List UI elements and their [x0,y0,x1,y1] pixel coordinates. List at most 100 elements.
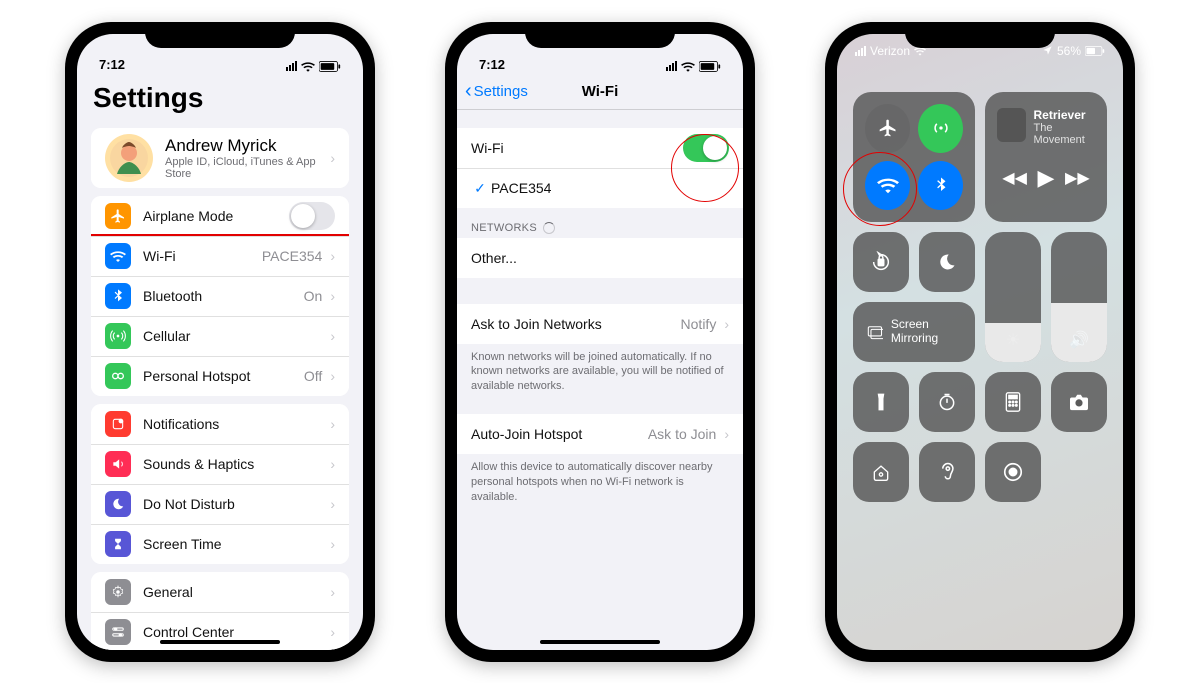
music-title: Retriever [1034,108,1096,122]
apple-id-row[interactable]: Andrew Myrick Apple ID, iCloud, iTunes &… [91,128,349,188]
battery-icon [699,61,721,72]
switches-icon [105,619,131,645]
status-indicators [666,61,721,72]
music-module[interactable]: Retriever The Movement ◀◀ ▶ ▶▶ [985,92,1107,222]
brightness-slider[interactable]: ☀ [985,232,1041,362]
wifi-label: Wi-Fi [143,248,262,264]
wifi-toggle-group: Wi-Fi ✓ PACE354 [457,128,743,208]
wifi-row[interactable]: Wi-Fi PACE354 › [91,236,349,276]
ask-value: Notify [681,316,717,332]
cellular-signal-icon [666,61,677,71]
hotspot-icon [105,363,131,389]
screen: 7:12 ‹ Settings Wi-Fi Wi-Fi ✓ [457,34,743,650]
controlcenter-row[interactable]: Control Center › [91,612,349,650]
hotspot-row[interactable]: Personal Hotspot Off › [91,356,349,396]
screen: 7:12 Settings Andrew Myrick Apple ID, iC… [77,34,363,650]
chevron-right-icon: › [330,416,335,432]
bluetooth-icon [105,283,131,309]
wifi-toggle[interactable] [683,134,729,162]
general-row[interactable]: General › [91,572,349,612]
connectivity-module[interactable] [853,92,975,222]
volume-slider[interactable]: 🔊 [1051,232,1107,362]
other-network-row[interactable]: Other... [457,238,743,278]
sounds-row[interactable]: Sounds & Haptics › [91,444,349,484]
bluetooth-row[interactable]: Bluetooth On › [91,276,349,316]
cellular-signal-icon [286,61,297,71]
orientation-lock-button[interactable] [853,232,909,292]
moon-icon [105,491,131,517]
connected-network-row[interactable]: ✓ PACE354 [457,168,743,208]
ask-label: Ask to Join Networks [471,316,681,332]
gear-icon [105,579,131,605]
home-indicator[interactable] [540,640,660,644]
dnd-row[interactable]: Do Not Disturb › [91,484,349,524]
networks-header: NETWORKS [457,208,743,238]
sliders-column: ☀ 🔊 [985,232,1107,362]
forward-button[interactable]: ▶▶ [1065,168,1090,188]
cellular-row[interactable]: Cellular › [91,316,349,356]
back-label: Settings [474,83,528,100]
flashlight-button[interactable] [853,372,909,432]
mirror-icon [867,324,883,340]
profile-name: Andrew Myrick [165,136,326,156]
status-time: 7:12 [99,57,149,72]
auto-join-row[interactable]: Auto-Join Hotspot Ask to Join › [457,414,743,454]
notch [525,22,675,48]
chevron-right-icon: › [330,248,335,264]
play-button[interactable]: ▶ [1038,165,1055,191]
bluetooth-label: Bluetooth [143,288,304,304]
cellular-label: Cellular [143,328,326,344]
avatar [105,134,153,182]
home-indicator[interactable] [160,640,280,644]
airplane-icon [105,203,131,229]
wifi-toggle-row[interactable]: Wi-Fi [457,128,743,168]
album-art [997,108,1026,142]
chevron-right-icon: › [330,328,335,344]
airplane-button[interactable] [865,104,910,153]
dnd-label: Do Not Disturb [143,496,326,512]
chevron-right-icon: › [330,150,335,166]
ask-to-join-row[interactable]: Ask to Join Networks Notify › [457,304,743,344]
calculator-button[interactable] [985,372,1041,432]
page-title: Wi-Fi [582,83,619,100]
status-time: 7:12 [479,57,529,72]
nav-bar: ‹ Settings Wi-Fi [457,74,743,110]
hearing-button[interactable] [919,442,975,502]
other-label: Other... [471,250,729,266]
airplane-label: Airplane Mode [143,208,289,224]
lock-dnd-mirror-column: Screen Mirroring [853,232,975,362]
notifications-row[interactable]: Notifications › [91,404,349,444]
connected-network-label: PACE354 [491,180,729,196]
screentime-label: Screen Time [143,536,326,552]
hotspot-value: Off [304,368,322,384]
back-button[interactable]: ‹ Settings [465,81,528,101]
bluetooth-button[interactable] [918,161,963,210]
bluetooth-value: On [304,288,323,304]
cellular-button[interactable] [918,104,963,153]
system-group: General › Control Center › [91,572,349,650]
general-label: General [143,584,326,600]
mirror-label: Screen Mirroring [891,318,961,344]
autojoin-group: Auto-Join Hotspot Ask to Join › [457,414,743,454]
chevron-right-icon: › [330,456,335,472]
airplane-mode-row[interactable]: Airplane Mode [91,196,349,236]
home-button[interactable] [853,442,909,502]
dnd-button[interactable] [919,232,975,292]
airplane-toggle[interactable] [289,202,335,230]
screen: Verizon 56% [837,34,1123,650]
screen-record-button[interactable] [985,442,1041,502]
rewind-button[interactable]: ◀◀ [1002,168,1027,188]
screen-mirroring-button[interactable]: Screen Mirroring [853,302,975,362]
chevron-right-icon: › [724,426,729,442]
sounds-icon [105,451,131,477]
wifi-button[interactable] [865,161,910,210]
notifications-label: Notifications [143,416,326,432]
screentime-row[interactable]: Screen Time › [91,524,349,564]
camera-button[interactable] [1051,372,1107,432]
hourglass-icon [105,531,131,557]
chevron-right-icon: › [330,536,335,552]
notifications-icon [105,411,131,437]
battery-icon [319,61,341,72]
timer-button[interactable] [919,372,975,432]
wifi-icon [301,61,315,72]
